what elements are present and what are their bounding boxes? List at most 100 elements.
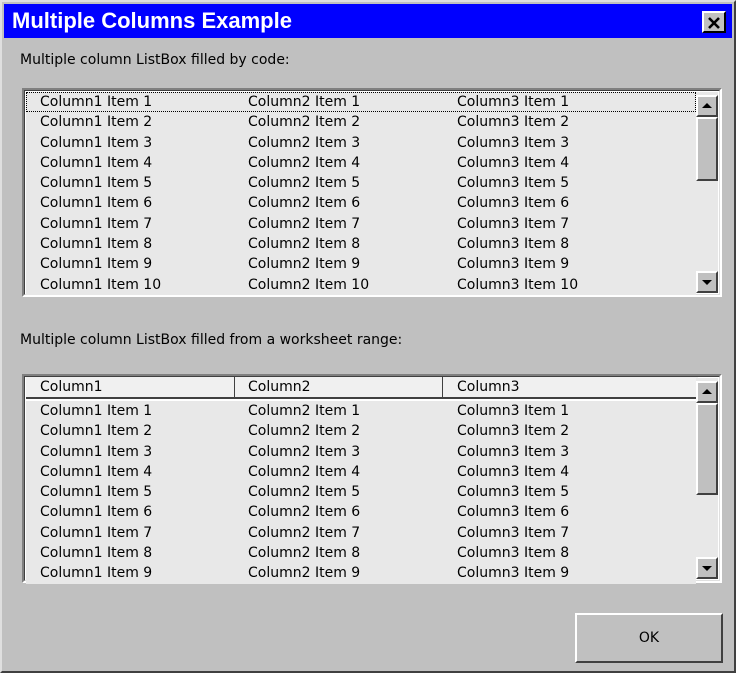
list-cell: Column2 Item 8 [248, 236, 361, 253]
list-cell: Column2 Item 10 [248, 276, 370, 293]
list-cell: Column3 Item 7 [457, 215, 570, 232]
list-item[interactable]: Column1 Item 1 Column2 Item 1 Column3 Item… [26, 92, 696, 113]
list-item[interactable]: Column1 Item 1 Column2 Item 1 Column3 Item… [26, 401, 696, 422]
listbox-range-rows: Column1 Item 1 Column2 Item 1 Column3 Item… [26, 401, 696, 584]
dialog-window: Multiple Columns Example Multiple column… [0, 0, 736, 673]
arrow-up-icon [702, 389, 712, 394]
list-cell: Column1 Item 3 [40, 134, 153, 151]
list-cell: Column3 Item 3 [457, 443, 570, 460]
list-cell: Column3 Item 9 [457, 565, 570, 582]
list-cell: Column1 Item 1 [40, 94, 153, 110]
close-icon [708, 17, 720, 29]
list-cell: Column1 Item 8 [40, 236, 153, 253]
header-column2: Column2 [248, 379, 311, 395]
list-cell: Column1 Item 1 [40, 403, 153, 419]
scroll-up-button[interactable] [696, 95, 718, 117]
list-item[interactable]: Column1 Item 3 Column2 Item 3 Column3 Item… [26, 441, 696, 462]
list-cell: Column1 Item 2 [40, 423, 153, 440]
list-cell: Column3 Item 5 [457, 175, 570, 192]
list-cell: Column2 Item 5 [248, 175, 361, 192]
scroll-down-button[interactable] [696, 557, 718, 579]
list-cell: Column1 Item 4 [40, 154, 153, 171]
list-cell: Column3 Item 8 [457, 545, 570, 562]
list-item[interactable]: Column1 Item 9 Column2 Item 9 Column3 Item… [26, 563, 696, 584]
list-cell: Column1 Item 6 [40, 195, 153, 212]
list-item[interactable]: Column1 Item 8 Column2 Item 8 Column3 Item… [26, 234, 696, 255]
list-cell: Column3 Item 10 [457, 276, 579, 293]
list-cell: Column1 Item 8 [40, 545, 153, 562]
list-cell: Column2 Item 6 [248, 195, 361, 212]
list-cell: Column2 Item 7 [248, 215, 361, 232]
list-cell: Column3 Item 2 [457, 114, 570, 131]
list-item[interactable]: Column1 Item 4 Column2 Item 4 Column3 Item… [26, 461, 696, 483]
list-cell: Column3 Item 7 [457, 524, 570, 541]
listbox-code-rows: Column1 Item 1 Column2 Item 1 Column3 Item… [26, 92, 696, 295]
list-cell: Column2 Item 9 [248, 565, 361, 582]
list-cell: Column2 Item 7 [248, 524, 361, 541]
listbox-code-scrollbar[interactable] [696, 92, 718, 293]
list-cell: Column2 Item 1 [248, 403, 361, 419]
list-cell: Column2 Item 6 [248, 504, 361, 521]
listbox-range-header: Column1 Column2 Column3 [26, 377, 698, 399]
list-cell: Column2 Item 2 [248, 114, 361, 131]
list-cell: Column3 Item 2 [457, 423, 570, 440]
list-cell: Column1 Item 5 [40, 175, 153, 192]
list-item[interactable]: Column1 Item 3 Column2 Item 3 Column3 Item… [26, 132, 696, 153]
header-column1: Column1 [40, 379, 103, 395]
header-column3: Column3 [457, 379, 520, 395]
list-item[interactable]: Column1 Item 6 Column2 Item 6 Column3 Item… [26, 502, 696, 523]
list-cell: Column1 Item 9 [40, 565, 153, 582]
title-bar[interactable]: Multiple Columns Example [4, 4, 732, 38]
listbox-range-scrollbar[interactable] [696, 378, 718, 579]
list-cell: Column3 Item 9 [457, 256, 570, 273]
list-cell: Column1 Item 5 [40, 484, 153, 501]
list-cell: Column1 Item 4 [40, 463, 153, 480]
list-cell: Column1 Item 9 [40, 256, 153, 273]
close-button[interactable] [702, 11, 726, 33]
listbox1-caption: Multiple column ListBox filled by code: [20, 52, 290, 68]
listbox-range[interactable]: Column1 Column2 Column3 Column1 Item 1 Co… [22, 374, 722, 584]
list-cell: Column1 Item 3 [40, 443, 153, 460]
scroll-down-button[interactable] [696, 271, 718, 293]
list-item[interactable]: Column1 Item 5 Column2 Item 5 Column3 Item… [26, 173, 696, 194]
list-cell: Column3 Item 8 [457, 236, 570, 253]
list-cell: Column3 Item 1 [457, 403, 570, 419]
list-item[interactable]: Column1 Item 7 Column2 Item 7 Column3 Item… [26, 213, 696, 235]
list-cell: Column3 Item 6 [457, 504, 570, 521]
list-item[interactable]: Column1 Item 10 Column2 Item 10 Column3 It… [26, 274, 696, 295]
list-item[interactable]: Column1 Item 8 Column2 Item 8 Column3 Item… [26, 543, 696, 564]
list-item[interactable]: Column1 Item 2 Column2 Item 2 Column3 Item… [26, 112, 696, 133]
arrow-down-icon [702, 566, 712, 571]
list-item[interactable]: Column1 Item 7 Column2 Item 7 Column3 Item… [26, 522, 696, 544]
header-divider [234, 377, 235, 397]
list-item[interactable]: Column1 Item 4 Column2 Item 4 Column3 Item… [26, 152, 696, 174]
list-cell: Column2 Item 8 [248, 545, 361, 562]
list-cell: Column1 Item 7 [40, 524, 153, 541]
list-cell: Column3 Item 1 [457, 94, 570, 110]
arrow-up-icon [702, 103, 712, 108]
listbox-code[interactable]: Column1 Item 1 Column2 Item 1 Column3 Item… [22, 88, 722, 297]
ok-button[interactable]: OK [575, 613, 723, 663]
window-title: Multiple Columns Example [12, 8, 292, 33]
scroll-thumb[interactable] [696, 117, 718, 181]
listbox2-caption: Multiple column ListBox filled from a wo… [20, 332, 403, 348]
header-divider [442, 377, 443, 397]
list-cell: Column2 Item 5 [248, 484, 361, 501]
list-item[interactable]: Column1 Item 2 Column2 Item 2 Column3 Item… [26, 421, 696, 442]
list-item[interactable]: Column1 Item 9 Column2 Item 9 Column3 Item… [26, 254, 696, 275]
list-cell: Column2 Item 4 [248, 154, 361, 171]
list-cell: Column1 Item 10 [40, 276, 162, 293]
list-cell: Column2 Item 3 [248, 443, 361, 460]
list-cell: Column2 Item 1 [248, 94, 361, 110]
list-item[interactable]: Column1 Item 6 Column2 Item 6 Column3 Item… [26, 193, 696, 214]
list-cell: Column3 Item 4 [457, 154, 570, 171]
list-cell: Column3 Item 4 [457, 463, 570, 480]
list-cell: Column2 Item 3 [248, 134, 361, 151]
scroll-thumb[interactable] [696, 403, 718, 495]
list-cell: Column1 Item 2 [40, 114, 153, 131]
list-cell: Column3 Item 6 [457, 195, 570, 212]
list-item[interactable]: Column1 Item 5 Column2 Item 5 Column3 Item… [26, 482, 696, 503]
scroll-up-button[interactable] [696, 381, 718, 403]
list-cell: Column2 Item 9 [248, 256, 361, 273]
list-cell: Column3 Item 3 [457, 134, 570, 151]
